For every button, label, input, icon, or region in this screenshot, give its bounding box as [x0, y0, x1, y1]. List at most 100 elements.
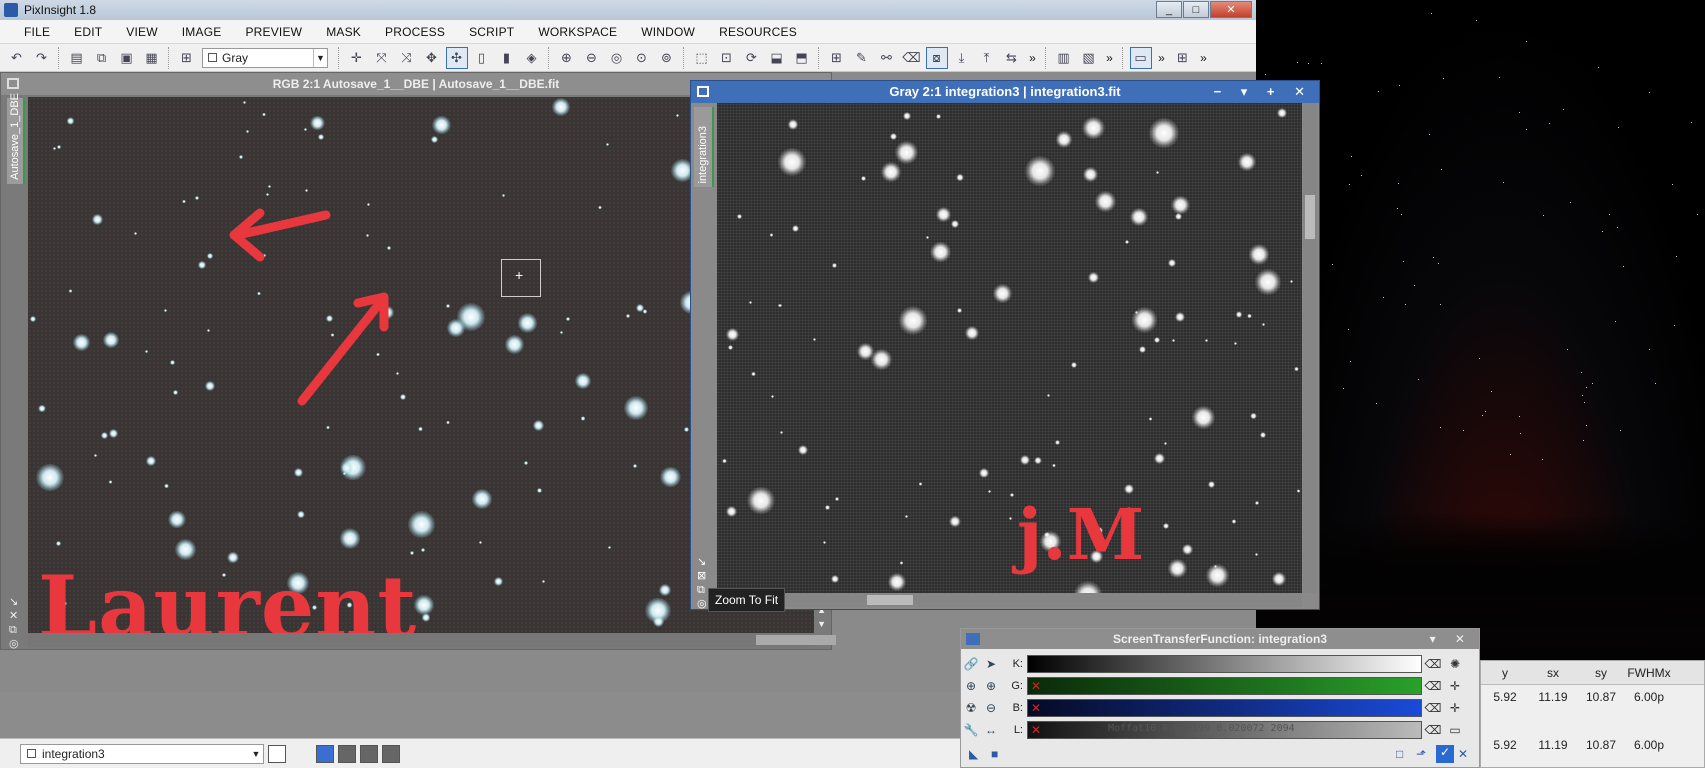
scroll-thumb[interactable]: [1305, 195, 1315, 239]
target-icon[interactable]: ◎: [697, 597, 707, 611]
menu-mask[interactable]: MASK: [314, 25, 373, 39]
toolbar-overflow-icon[interactable]: »: [1026, 47, 1040, 69]
gray-vertical-scrollbar[interactable]: [1303, 103, 1317, 593]
stack-icon[interactable]: ⧉: [9, 623, 19, 637]
scroll-down-icon[interactable]: ▼: [817, 619, 826, 629]
channel-g-slider[interactable]: ✕: [1027, 677, 1422, 695]
remove-icon[interactable]: ✕: [1031, 678, 1041, 694]
preview-icon[interactable]: □: [1396, 747, 1403, 761]
reset-icon[interactable]: ⌫: [1422, 657, 1444, 671]
toolbar-overflow-icon[interactable]: »: [1155, 47, 1169, 69]
workspace-3-button[interactable]: [360, 744, 378, 763]
expand-icon[interactable]: ⤧: [371, 47, 393, 69]
preview-store-icon[interactable]: ⤓: [951, 47, 973, 69]
rotate-icon[interactable]: ⟳: [741, 47, 763, 69]
chevron-down-icon[interactable]: ▼: [249, 749, 263, 759]
radiation-icon[interactable]: ☢: [961, 701, 981, 715]
duplicate-icon[interactable]: ⧉: [91, 47, 113, 69]
select-icon[interactable]: ⬚: [691, 47, 713, 69]
pointer-icon[interactable]: ➤: [981, 657, 1001, 671]
zoom-3-icon[interactable]: ⊚: [656, 47, 678, 69]
zoom-1-icon[interactable]: ◎: [606, 47, 628, 69]
zoom-in-icon[interactable]: ⊕: [961, 679, 981, 693]
remove-icon[interactable]: ✕: [1031, 722, 1041, 738]
resize-icon[interactable]: ⬓: [766, 47, 788, 69]
apply-global-icon[interactable]: ■: [991, 747, 998, 761]
minimize-button[interactable]: _: [1156, 1, 1182, 18]
monitor-icon[interactable]: ▭: [1129, 46, 1152, 69]
menu-process[interactable]: PROCESS: [373, 25, 457, 39]
grid-icon[interactable]: ⊞: [1172, 47, 1194, 69]
monitor-icon[interactable]: ▭: [1444, 723, 1466, 737]
preview-delete-icon[interactable]: ⌫: [901, 47, 923, 69]
apply-icon[interactable]: ✓: [1436, 745, 1454, 763]
window-menu-icon[interactable]: [7, 78, 19, 89]
gray-window-controls[interactable]: − ▾ + ✕: [1214, 81, 1313, 103]
gray-image-window[interactable]: Gray 2:1 integration3 | integration3.fit…: [690, 80, 1320, 610]
crosshair-icon[interactable]: ✛: [1444, 701, 1466, 715]
menu-script[interactable]: SCRIPT: [457, 25, 526, 39]
menu-window[interactable]: WINDOW: [629, 25, 707, 39]
zoom-2-icon[interactable]: ⊙: [631, 47, 653, 69]
mask-icon[interactable]: ◈: [521, 47, 543, 69]
page-icon[interactable]: ▯: [471, 47, 493, 69]
menu-edit[interactable]: EDIT: [62, 25, 114, 39]
new-instance-icon[interactable]: ◣: [969, 747, 978, 761]
toolbar-overflow-icon[interactable]: »: [1197, 47, 1211, 69]
scroll-thumb[interactable]: [756, 635, 836, 645]
reset-icon[interactable]: ⌫: [1422, 679, 1444, 693]
preview-new-icon[interactable]: ⊞: [826, 47, 848, 69]
stack-icon[interactable]: ⧉: [697, 583, 707, 597]
column-header[interactable]: sx: [1529, 661, 1577, 684]
reset-icon[interactable]: ⌫: [1422, 723, 1444, 737]
channel-b-slider[interactable]: ✕: [1027, 699, 1422, 717]
link-channels-icon[interactable]: 🔗: [961, 657, 981, 671]
new-preview-icon[interactable]: ⊞: [176, 47, 198, 69]
copy-icon[interactable]: ▣: [116, 47, 138, 69]
readout-icon[interactable]: ✣: [445, 46, 468, 69]
preview-swap-icon[interactable]: ⇆: [1001, 47, 1023, 69]
horizontal-arrows-icon[interactable]: ↔: [981, 723, 1001, 737]
channel-k-slider[interactable]: [1027, 655, 1422, 673]
zoom-in-alt-icon[interactable]: ⊕: [981, 679, 1001, 693]
menu-file[interactable]: FILE: [0, 25, 62, 39]
expand-corner-icon[interactable]: ↘: [9, 595, 19, 609]
menu-workspace[interactable]: WORKSPACE: [526, 25, 629, 39]
fit-icon[interactable]: ⤨: [396, 47, 418, 69]
gray-window-titlebar[interactable]: Gray 2:1 integration3 | integration3.fit…: [691, 81, 1319, 103]
view-mode-icon[interactable]: [268, 744, 286, 763]
zoom-out-icon[interactable]: ⊖: [581, 47, 603, 69]
undo-icon[interactable]: ↶: [6, 47, 28, 69]
auto-stretch-icon[interactable]: ✺: [1444, 657, 1466, 671]
menu-image[interactable]: IMAGE: [170, 25, 234, 39]
rgb-view-tab[interactable]: Autosave_1_DBE: [7, 93, 25, 184]
maximize-button[interactable]: □: [1183, 1, 1209, 18]
screen-transfer-function-panel[interactable]: ScreenTransferFunction: integration3 ▾ ✕…: [960, 628, 1480, 768]
preview-link-icon[interactable]: ⚯: [876, 47, 898, 69]
preview-readout-icon[interactable]: ⧇: [925, 46, 948, 69]
preview-edit-icon[interactable]: ✎: [851, 47, 873, 69]
crosshair-icon[interactable]: ✛: [346, 47, 368, 69]
zoom-out-icon[interactable]: ⊖: [981, 701, 1001, 715]
table-row[interactable]: 5.92 11.19 10.87 6.00p: [1481, 733, 1704, 759]
workspace-1-button[interactable]: [316, 744, 334, 763]
expand-corner-icon[interactable]: ↘: [697, 555, 707, 569]
toolbar-overflow-icon[interactable]: »: [1103, 47, 1117, 69]
select-all-icon[interactable]: ⊡: [716, 47, 738, 69]
crop-icon[interactable]: ⬒: [791, 47, 813, 69]
stf-titlebar[interactable]: ScreenTransferFunction: integration3 ▾ ✕: [961, 629, 1479, 649]
reset-all-icon[interactable]: ✕: [1458, 747, 1468, 761]
workspace-2-button[interactable]: [338, 744, 356, 763]
channel-l-slider[interactable]: ✕ Moffat10 0.028599 0.020072 2094: [1027, 721, 1422, 739]
workspace-4-button[interactable]: [382, 744, 400, 763]
table-row[interactable]: 5.92 11.19 10.87 6.00p: [1481, 685, 1704, 711]
rgb-horizontal-scrollbar[interactable]: [28, 633, 836, 647]
fit-corner-icon[interactable]: ✕: [9, 609, 19, 623]
zoom-in-icon[interactable]: ⊕: [556, 47, 578, 69]
remove-icon[interactable]: ✕: [1031, 700, 1041, 716]
layout-alt-icon[interactable]: ▧: [1078, 47, 1100, 69]
menu-view[interactable]: VIEW: [114, 25, 169, 39]
layout-icon[interactable]: ▥: [1053, 47, 1075, 69]
gray-image-canvas[interactable]: j.M: [717, 103, 1302, 593]
target-icon[interactable]: ◎: [9, 637, 19, 651]
